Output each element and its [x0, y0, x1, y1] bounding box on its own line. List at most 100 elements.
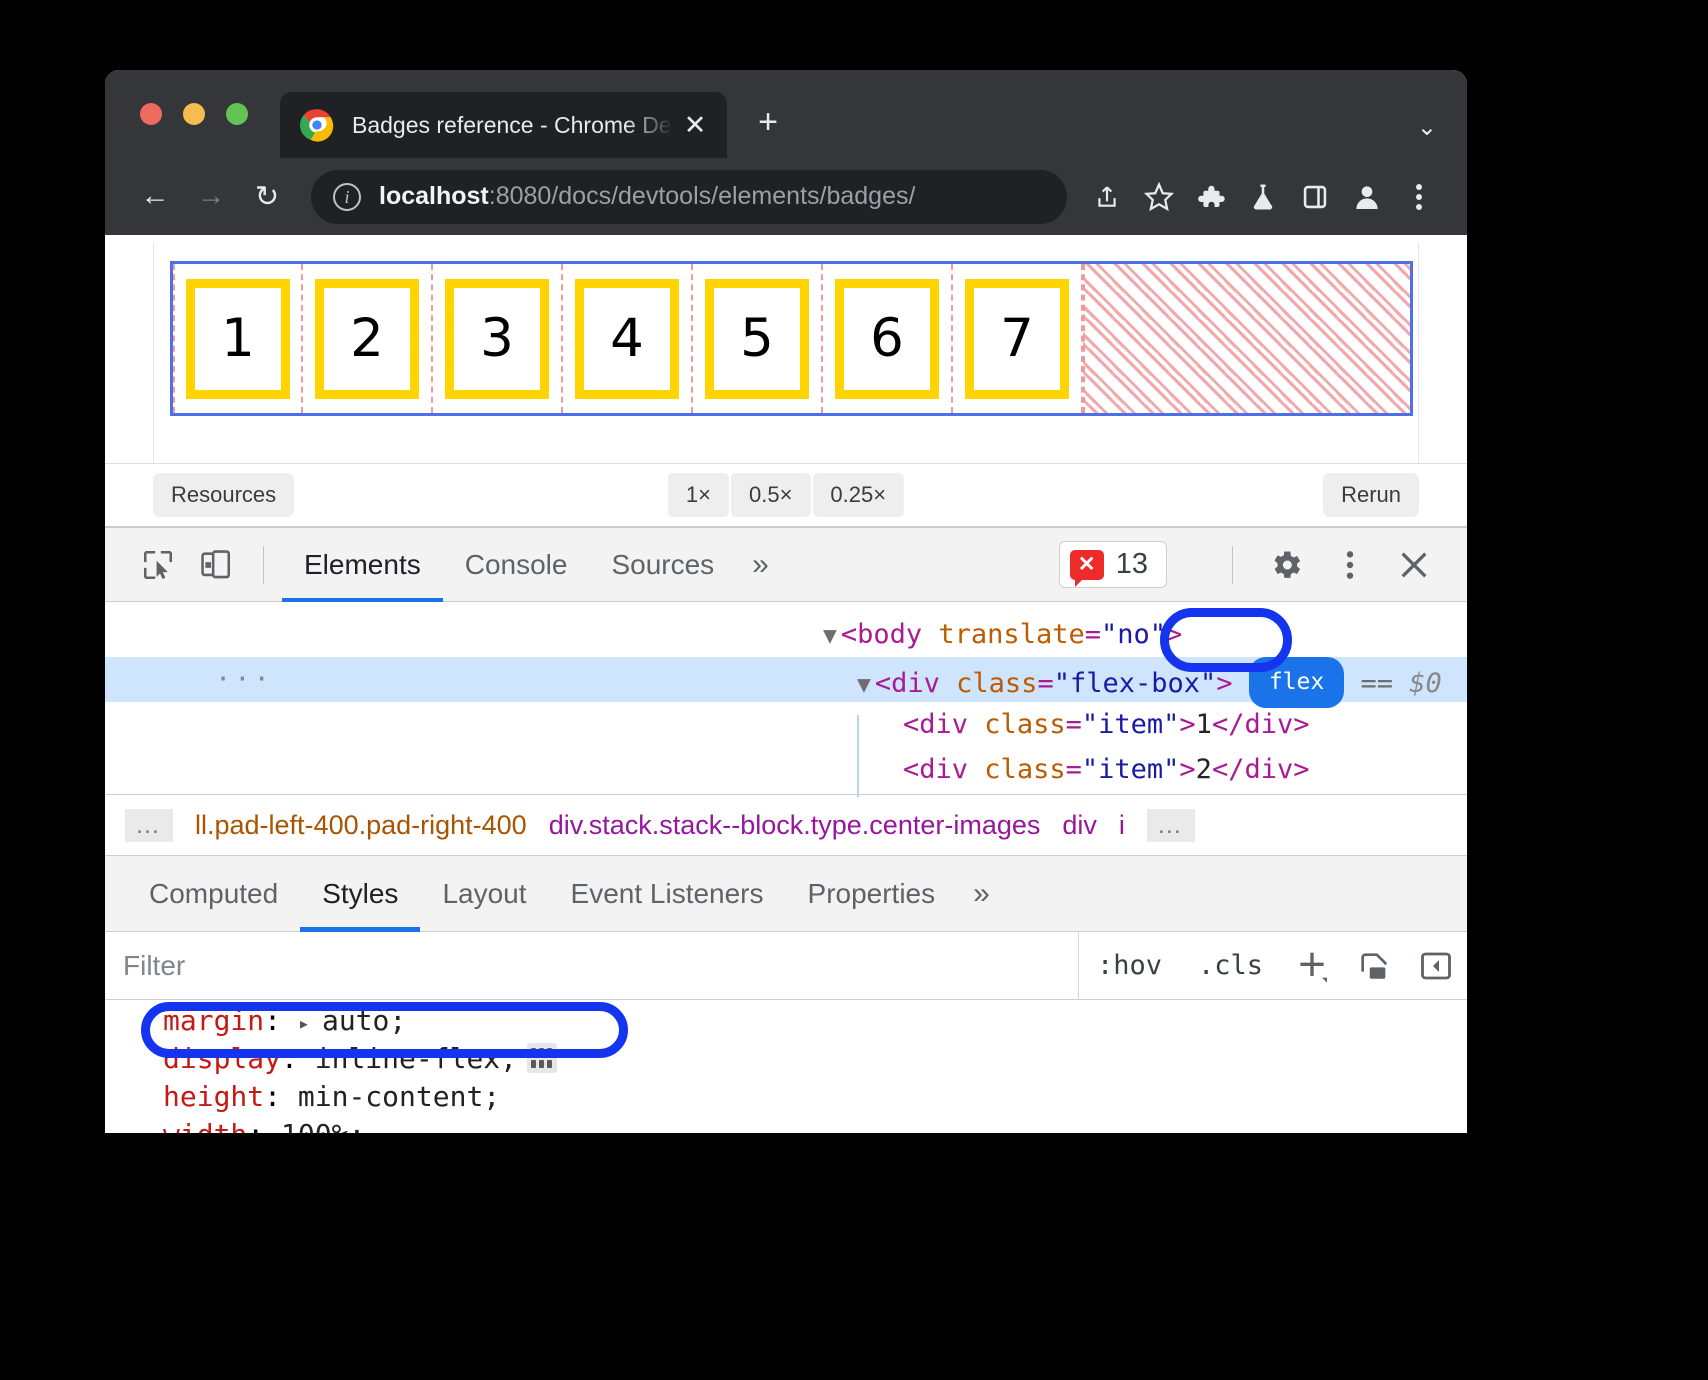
computed-sidebar-toggle-icon[interactable] — [1343, 932, 1405, 1000]
more-tabs-chevron-icon[interactable]: » — [736, 548, 785, 582]
dom-row-ellipsis-icon[interactable]: ··· — [215, 657, 273, 702]
reload-button[interactable]: ↻ — [239, 169, 295, 225]
bookmark-star-icon[interactable] — [1133, 171, 1185, 223]
flex-item-box: 3 — [445, 279, 549, 399]
css-declaration[interactable]: margin: ▸ auto; — [163, 1002, 1467, 1040]
browser-tab[interactable]: Badges reference - Chrome De ✕ — [280, 92, 727, 158]
tab-computed[interactable]: Computed — [127, 856, 300, 932]
css-property-value[interactable]: min-content; — [298, 1080, 500, 1113]
tab-close-icon[interactable]: ✕ — [677, 107, 713, 143]
css-property-name[interactable]: margin — [163, 1004, 264, 1037]
flex-badge[interactable]: flex — [1249, 657, 1344, 708]
css-declaration[interactable]: display: inline-flex; — [163, 1040, 1467, 1078]
dom-token: </ — [1212, 754, 1245, 785]
address-bar-url: localhost:8080/docs/devtools/elements/ba… — [379, 182, 915, 211]
css-declaration[interactable]: width: 100%; — [163, 1116, 1467, 1133]
dom-token: div — [919, 754, 968, 785]
css-property-name[interactable]: width — [163, 1118, 247, 1133]
profile-avatar-icon[interactable] — [1341, 171, 1393, 223]
close-window-button[interactable] — [140, 103, 162, 125]
chevron-down-icon[interactable]: ⌄ — [1417, 113, 1437, 142]
css-property-name[interactable]: height — [163, 1080, 264, 1113]
breadcrumb-overflow-right[interactable]: … — [1147, 809, 1195, 842]
flex-free-space-hatch — [1083, 264, 1410, 413]
dom-tree-row[interactable]: <div class="item">1</div> — [105, 702, 1467, 747]
device-toolbar-icon[interactable] — [187, 536, 245, 594]
css-colon: : — [264, 1004, 298, 1037]
dom-token: < — [875, 668, 891, 699]
toolbar-divider — [263, 546, 264, 584]
side-panel-icon[interactable] — [1289, 171, 1341, 223]
browser-window: Badges reference - Chrome De ✕ + ⌄ ← → ↻… — [105, 70, 1467, 1133]
zoom-level-1[interactable]: 0.5× — [731, 473, 810, 517]
dom-tree[interactable]: ▼<body translate="no">···▼<div class="fl… — [105, 602, 1467, 794]
close-devtools-icon[interactable] — [1385, 536, 1443, 594]
inspect-cursor-icon[interactable] — [129, 536, 187, 594]
css-declaration[interactable]: height: min-content; — [163, 1078, 1467, 1116]
site-info-icon[interactable]: i — [333, 183, 361, 211]
minimize-window-button[interactable] — [183, 103, 205, 125]
address-bar[interactable]: i localhost:8080/docs/devtools/elements/… — [311, 170, 1067, 224]
new-tab-button[interactable]: + — [745, 100, 791, 146]
css-property-value[interactable]: auto; — [322, 1004, 406, 1037]
share-icon[interactable] — [1081, 171, 1133, 223]
css-colon: : — [281, 1042, 315, 1075]
zoom-level-group: 1×0.5×0.25× — [668, 473, 904, 517]
devtools-three-dot-menu-icon[interactable] — [1321, 536, 1379, 594]
error-x-icon: ✕ — [1070, 550, 1104, 580]
tab-console[interactable]: Console — [443, 527, 590, 603]
breadcrumb-item[interactable]: i — [1119, 810, 1125, 841]
dom-token: "item" — [1082, 709, 1180, 740]
css-property-value[interactable]: inline-flex; — [315, 1042, 517, 1075]
dom-token: = — [1066, 754, 1082, 785]
expand-caret-icon[interactable]: ▼ — [823, 623, 837, 649]
gear-settings-icon[interactable] — [1257, 536, 1315, 594]
labs-flask-icon[interactable] — [1237, 171, 1289, 223]
flex-editor-icon[interactable] — [527, 1043, 557, 1073]
tab-sources[interactable]: Sources — [589, 527, 736, 603]
breadcrumb[interactable]: … ll.pad-left-400.pad-right-400 div.stack.… — [105, 794, 1467, 856]
expand-caret-icon[interactable]: ▼ — [857, 672, 871, 698]
flex-item-box: 1 — [186, 279, 290, 399]
css-property-value[interactable]: 100%; — [281, 1118, 365, 1133]
maximize-window-button[interactable] — [226, 103, 248, 125]
css-property-name[interactable]: display — [163, 1042, 281, 1075]
zoom-level-2[interactable]: 0.25× — [812, 473, 904, 517]
breadcrumb-item[interactable]: ll.pad-left-400.pad-right-400 — [195, 810, 527, 841]
dom-tree-row[interactable]: ▼<body translate="no"> — [105, 612, 1467, 657]
hov-button[interactable]: :hov — [1079, 950, 1180, 981]
three-dot-menu-icon[interactable] — [1393, 171, 1445, 223]
rerun-button[interactable]: Rerun — [1323, 473, 1419, 517]
dom-tree-row[interactable]: ···▼<div class="flex-box"> flex == $0 — [105, 657, 1467, 702]
back-button[interactable]: ← — [127, 169, 183, 225]
window-traffic-lights — [140, 103, 248, 125]
breadcrumb-item[interactable]: div.stack.stack--block.type.center-image… — [549, 810, 1041, 841]
tab-properties[interactable]: Properties — [786, 856, 958, 932]
dom-token: div — [1244, 754, 1293, 785]
pane-more-chevron-icon[interactable]: » — [957, 877, 1006, 911]
extensions-puzzle-icon[interactable] — [1185, 171, 1237, 223]
zoom-level-0[interactable]: 1× — [668, 473, 729, 517]
cls-button[interactable]: .cls — [1180, 950, 1281, 981]
css-rules-list[interactable]: margin: ▸ auto;display: inline-flex;heig… — [105, 1000, 1467, 1133]
flex-item: 5 — [693, 264, 823, 413]
dom-token: "item" — [1082, 754, 1180, 785]
flex-item-box: 5 — [705, 279, 809, 399]
resources-button[interactable]: Resources — [153, 473, 294, 517]
error-count-badge[interactable]: ✕ 13 — [1059, 541, 1167, 588]
breadcrumb-overflow-left[interactable]: … — [125, 809, 173, 842]
tab-layout[interactable]: Layout — [420, 856, 548, 932]
tab-event-listeners[interactable]: Event Listeners — [549, 856, 786, 932]
new-style-rule-icon[interactable] — [1281, 932, 1343, 1000]
dom-tree-row[interactable]: <div class="item">2</div> — [105, 747, 1467, 792]
breadcrumb-item[interactable]: div — [1062, 810, 1097, 841]
dom-token: "flex-box" — [1054, 668, 1217, 699]
filter-input[interactable]: Filter — [105, 932, 1079, 1000]
tab-styles[interactable]: Styles — [300, 856, 420, 932]
expand-shorthand-icon[interactable]: ▸ — [298, 1011, 322, 1035]
forward-button[interactable]: → — [183, 169, 239, 225]
url-host: localhost — [379, 182, 489, 210]
error-count: 13 — [1116, 548, 1148, 581]
tab-elements[interactable]: Elements — [282, 527, 443, 603]
toggle-sidebar-icon[interactable] — [1405, 932, 1467, 1000]
